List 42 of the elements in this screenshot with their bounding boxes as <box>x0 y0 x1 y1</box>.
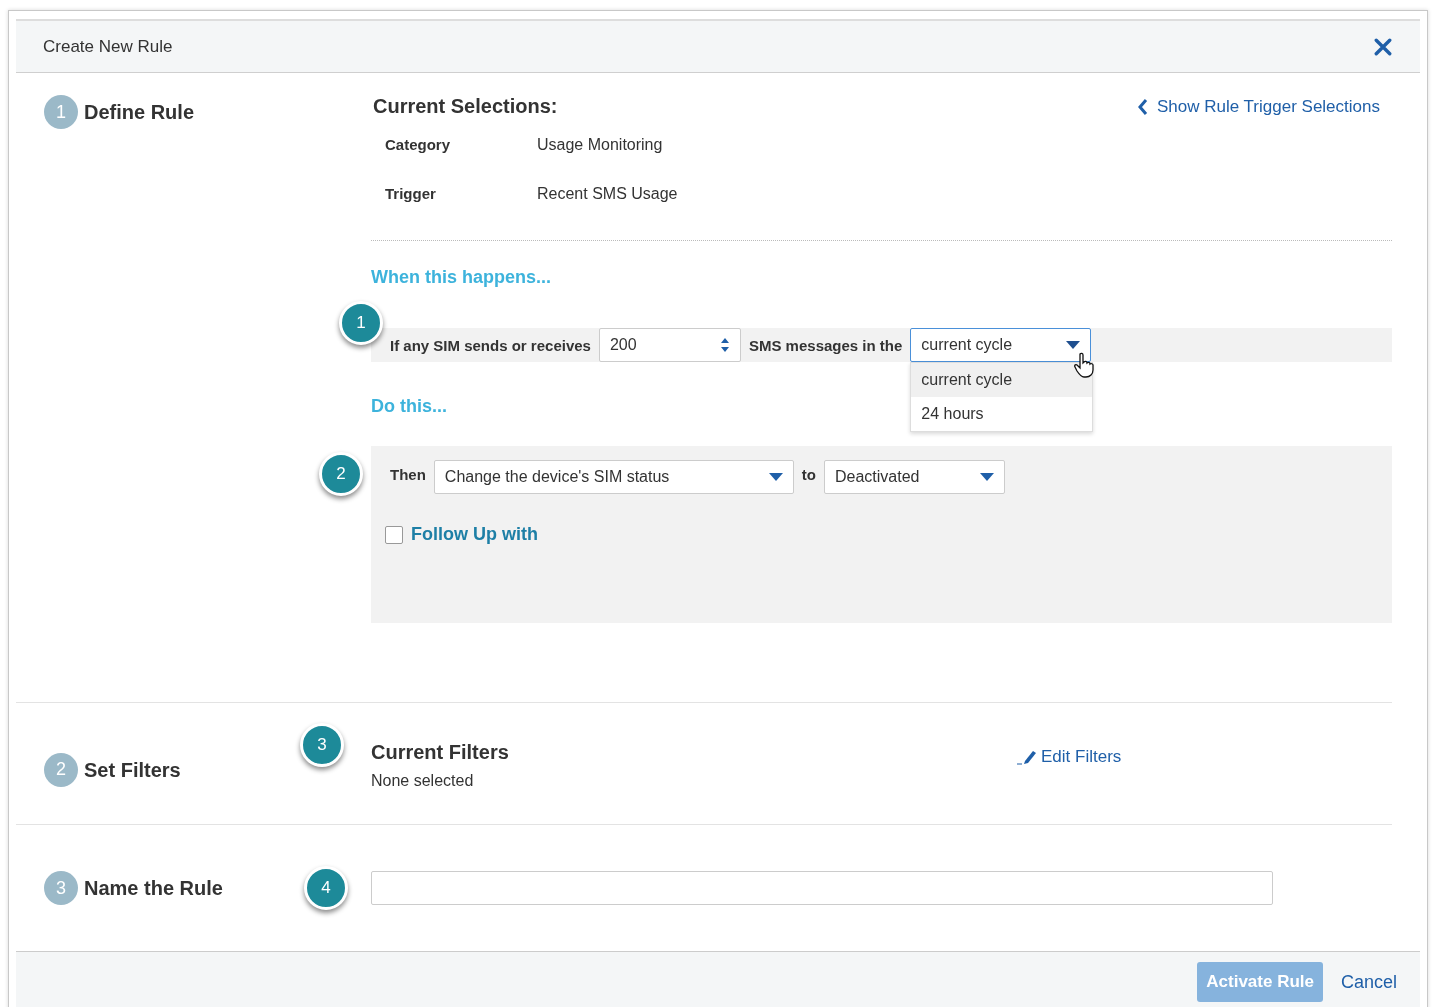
filters-value: None selected <box>371 772 475 790</box>
rule-name-field[interactable] <box>371 871 1273 905</box>
step-title: Define Rule <box>84 100 195 125</box>
condition-text: If any SIM sends or receives <box>390 336 591 354</box>
callout-marker: 2 <box>319 452 363 496</box>
condition-heading: When this happens... <box>371 267 551 288</box>
then-label: Then <box>390 465 426 483</box>
condition-text: SMS messages in the <box>748 336 903 354</box>
show-selections-link[interactable]: Show Rule Trigger Selections <box>1137 96 1380 117</box>
caret-icon <box>768 472 783 482</box>
close-icon[interactable] <box>1374 37 1392 56</box>
filters-heading: Current Filters <box>371 741 510 764</box>
step-title: Set Filters <box>84 757 181 783</box>
caret-icon <box>1066 340 1081 350</box>
selection-label: Trigger <box>385 185 437 202</box>
cancel-link[interactable]: Cancel <box>1340 971 1397 993</box>
caret-icon <box>980 472 994 482</box>
pencil-icon <box>1017 749 1037 765</box>
status-select[interactable]: Deactivated <box>824 460 1005 494</box>
step-number: 2 <box>44 752 78 787</box>
chevron-left-icon <box>1137 97 1149 116</box>
period-select[interactable]: current cycle <box>910 328 1092 362</box>
dropdown-option[interactable]: 24 hours <box>911 397 1093 431</box>
edit-filters-link[interactable]: Edit Filters <box>1017 747 1122 767</box>
to-label: to <box>801 465 816 483</box>
step-number: 1 <box>44 95 78 129</box>
selection-value: Usage Monitoring <box>537 136 663 154</box>
count-spinner[interactable]: 200 <box>598 328 741 362</box>
step-number: 3 <box>44 871 78 905</box>
follow-up-label: Follow Up with <box>411 524 538 545</box>
selection-value: Recent SMS Usage <box>537 185 678 203</box>
dialog-title: Create New Rule <box>43 36 173 57</box>
section-heading: Current Selections: <box>373 95 558 118</box>
follow-up-checkbox[interactable] <box>385 525 403 544</box>
callout-marker: 1 <box>339 301 383 345</box>
action-heading: Do this... <box>371 396 447 417</box>
callout-marker: 4 <box>304 866 348 910</box>
step-title: Name the Rule <box>84 876 223 901</box>
dropdown-option[interactable]: current cycle <box>911 363 1093 397</box>
selection-label: Category <box>385 136 452 153</box>
action-select[interactable]: Change the device's SIM status <box>433 460 794 494</box>
callout-marker: 3 <box>300 723 344 767</box>
